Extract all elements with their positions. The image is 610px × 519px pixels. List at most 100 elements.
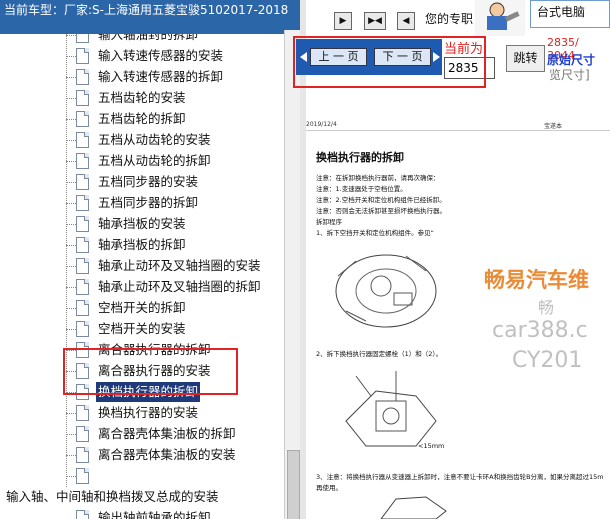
tree-branch <box>66 182 76 183</box>
tree-item-label: 五档同步器的安装 <box>98 174 199 189</box>
document-icon <box>76 321 89 337</box>
document-icon <box>76 111 89 127</box>
tree-panel: 输入轴油封的拆卸 输入转速传感器的安装 输入转速传感器的拆卸 五档齿轮的安装 五档齿轮的… <box>0 0 301 519</box>
nav-prev-button[interactable]: ◀ <box>397 12 415 30</box>
tree-item-label: 五档同步器的拆卸 <box>98 195 199 210</box>
document-icon <box>76 279 89 295</box>
tree-scrollbar[interactable] <box>284 30 300 519</box>
doc-note-1: 注意：在拆卸换档执行器前，请再次确保： <box>316 174 440 182</box>
part-illustration <box>380 496 447 519</box>
tree-item-label: 五档从动齿轮的安装 <box>98 132 211 147</box>
tree-item-label: 离合器壳体集油板的拆卸 <box>98 426 236 441</box>
document-icon <box>76 258 89 274</box>
tree-highlight-box <box>63 348 238 395</box>
play-icon: ▶ <box>339 16 347 26</box>
doc-step-2: 2、拆下换档执行器固定螺栓（1）和（2）。 <box>316 350 443 358</box>
tree-item-label: 空档开关的安装 <box>98 321 186 336</box>
document-icon <box>76 174 89 190</box>
pro-text: 您的专职 <box>425 12 474 26</box>
doc-note-3: 注意：2.空档开关和定位机构组件已经拆卸。 <box>316 196 446 204</box>
tree-item-label: 五档齿轮的拆卸 <box>98 111 186 126</box>
document-icon <box>76 237 89 253</box>
tree-branch <box>66 245 76 246</box>
tree-parent-item[interactable]: 输入轴、中间轴和换档拨叉总成的安装 <box>6 487 219 507</box>
doc-step-1: 1、拆下空挡开关和定位机构组件。参见“ <box>316 229 435 237</box>
document-icon <box>76 195 89 211</box>
doc-dimension: <15mm <box>418 442 445 450</box>
doc-date: 2019/12/4 <box>306 121 337 128</box>
document-icon <box>76 90 89 106</box>
doc-note-4: 注意：否则会无法拆卸甚至损坏换档执行器。 <box>316 207 446 215</box>
tree-branch <box>66 434 76 435</box>
doc-note-2: 注意：1.变速器处于空档位置。 <box>316 185 407 193</box>
document-icon <box>76 69 89 85</box>
tree-item-label: 五档齿轮的安装 <box>98 90 186 105</box>
tree-branch <box>66 266 76 267</box>
doc-step-3: 3、注意：将换档执行器从变速器上拆卸时，注意不要让卡环A和换挡齿轮B分离，如果分… <box>316 473 604 481</box>
vehicle-text: 厂家:S-上海通用五菱宝骏5102017-2018 <box>64 3 289 17</box>
tree-branch <box>66 77 76 78</box>
tree-item-label: 轴承止动环及叉轴挡圈的安装 <box>98 258 261 273</box>
document-icon <box>76 510 89 519</box>
tree-item-label: 五档从动齿轮的拆卸 <box>98 153 211 168</box>
vehicle-bar: 当前车型：厂家:S-上海通用五菱宝骏5102017-2018 <box>0 0 300 34</box>
tree-branch <box>66 413 76 414</box>
document-icon <box>76 132 89 148</box>
tree-branch <box>66 203 76 204</box>
tree-branch <box>66 56 76 57</box>
brand-text: 台式电脑 <box>537 5 586 19</box>
document-page: 2019/12/4 宝遂本 换档执行器的拆卸 注意：在拆卸换档执行器前，请再次确… <box>306 86 610 519</box>
document-icon <box>76 426 89 442</box>
tree-branch <box>66 287 76 288</box>
doc-procedure: 拆卸程序 <box>316 218 342 226</box>
document-icon <box>76 153 89 169</box>
back-icon: ◀ <box>402 16 410 26</box>
document-icon <box>76 300 89 316</box>
tree-branch <box>66 476 76 477</box>
vehicle-prefix: 当前车型： <box>4 3 65 17</box>
tree-branch <box>66 329 76 330</box>
doc-header-right: 宝遂本 <box>544 123 563 130</box>
brand-box: 台式电脑 <box>530 0 610 28</box>
gearbox-illustration <box>335 254 437 328</box>
tree-branch <box>66 455 76 456</box>
doc-step-3b: 再使用。 <box>316 484 342 492</box>
nav-split-button[interactable]: ▶◀ <box>364 12 386 30</box>
tree-branch <box>66 140 76 141</box>
tree-item-label: 换档执行器的安装 <box>98 405 199 420</box>
jump-button[interactable]: 跳转 <box>506 45 545 72</box>
tree-branch <box>66 35 76 36</box>
tree-item-label: 输入转速传感器的安装 <box>98 48 224 63</box>
document-icon <box>76 405 89 421</box>
nav-first-button[interactable]: ▶ <box>334 12 352 30</box>
tree-item-label: 轴承止动环及叉轴挡圈的拆卸 <box>98 279 261 294</box>
document-icon <box>76 468 89 484</box>
split-icon: ▶◀ <box>368 16 382 26</box>
tree-item-label: 输入转速传感器的拆卸 <box>98 69 224 84</box>
mechanic-logo <box>475 0 525 36</box>
document-icon <box>76 447 89 463</box>
tree-item-label: 轴承挡板的安装 <box>98 216 186 231</box>
mechanic-icon <box>487 2 520 30</box>
tree-branch <box>66 161 76 162</box>
document-icon <box>76 48 89 64</box>
view-size-link[interactable]: 览尺寸] <box>549 66 590 83</box>
watermark-sub-2: car388.c <box>492 318 588 343</box>
tree-branch <box>66 98 76 99</box>
doc-title: 换档执行器的拆卸 <box>316 151 404 164</box>
tree-branch <box>66 119 76 120</box>
tree-item-label: 输出轴前轴承的拆卸 <box>98 510 211 519</box>
document-icon <box>76 216 89 232</box>
watermark-sub-3: CY201 <box>512 348 583 373</box>
pager-highlight-box <box>293 36 486 88</box>
scroll-thumb[interactable] <box>287 450 300 519</box>
watermark-sub-1: 畅 <box>538 298 555 317</box>
tree-branch <box>66 308 76 309</box>
watermark-main: 畅易汽车维 <box>484 268 589 292</box>
doc-rule <box>306 130 610 131</box>
tree-item-label: 空档开关的拆卸 <box>98 300 186 315</box>
tree-parent-label: 输入轴、中间轴和换档拨叉总成的安装 <box>6 489 219 504</box>
tree-branch <box>66 224 76 225</box>
tree-item-label: 离合器壳体集油板的安装 <box>98 447 236 462</box>
tree-item-label: 轴承挡板的拆卸 <box>98 237 186 252</box>
